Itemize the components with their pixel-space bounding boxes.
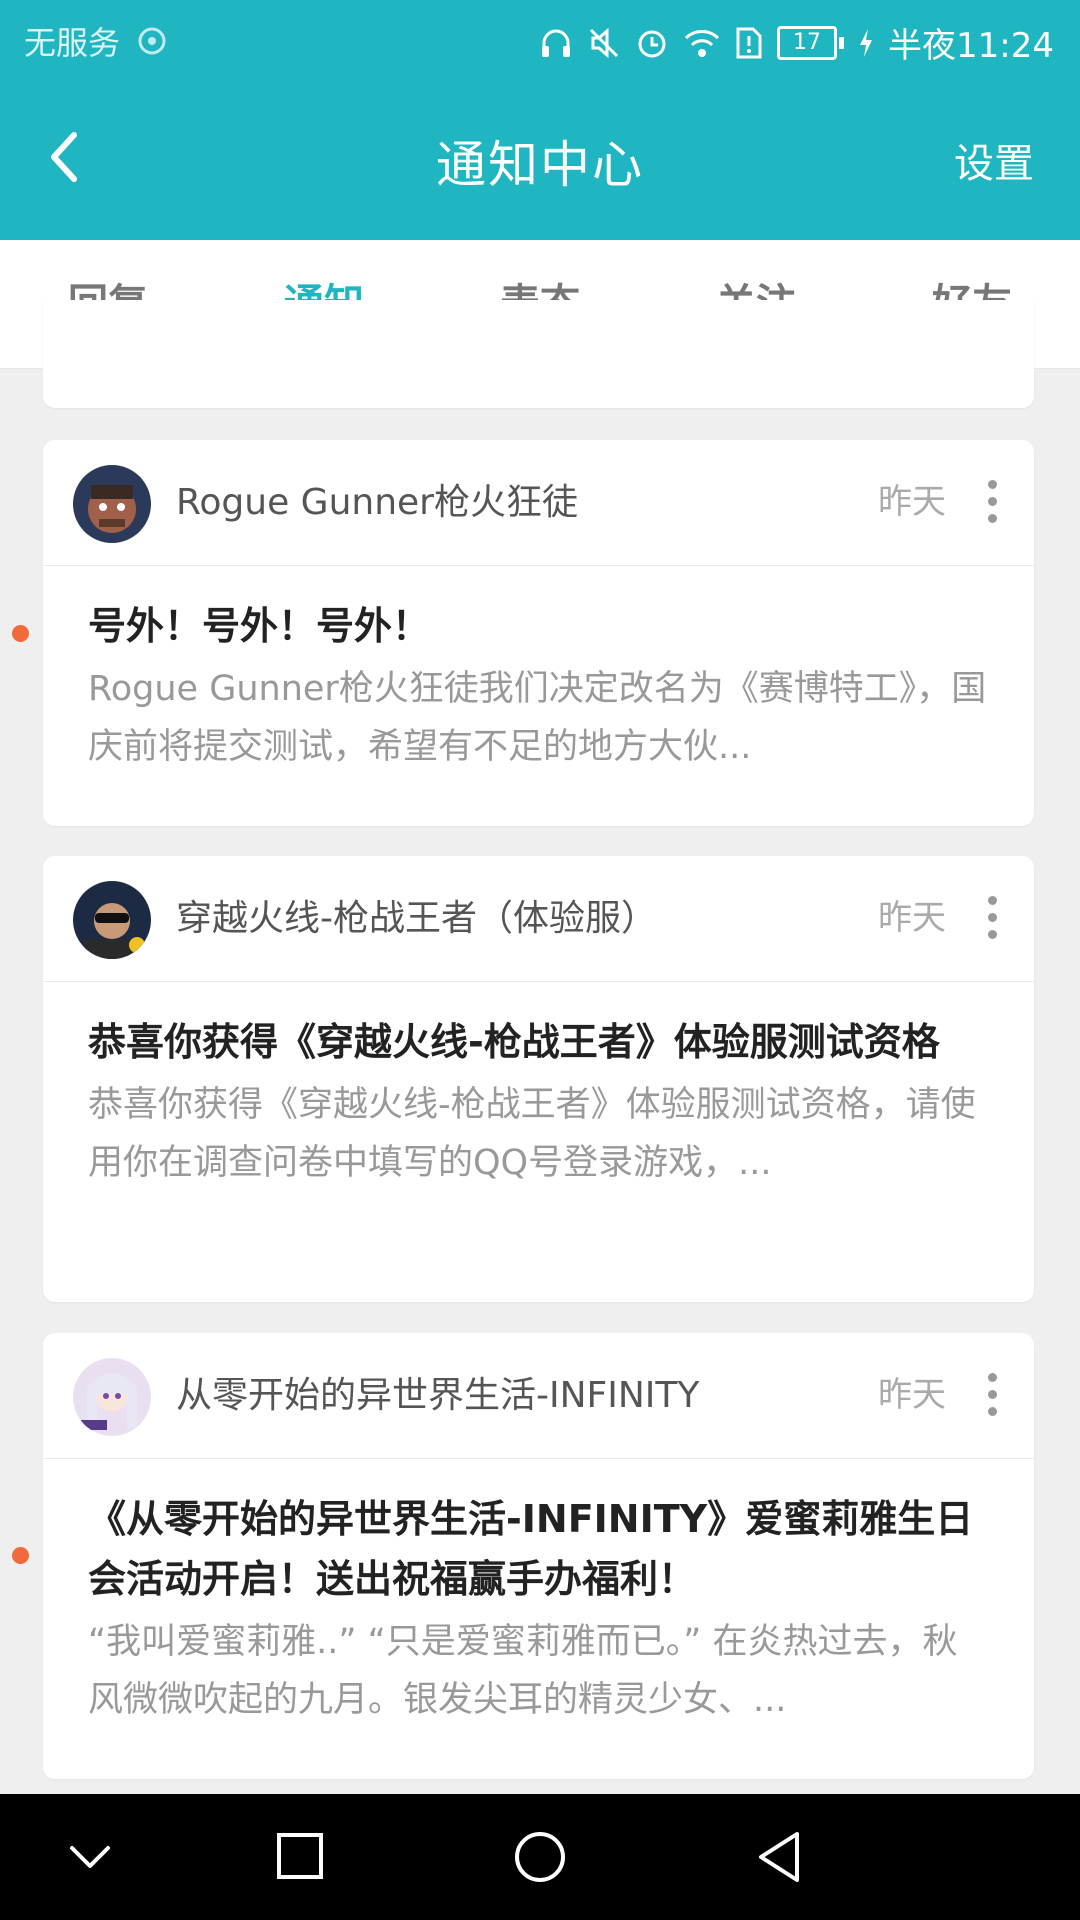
more-options-icon[interactable]: [986, 480, 998, 526]
chevron-down-icon: [70, 1846, 110, 1868]
timestamp: 昨天: [878, 482, 946, 522]
notification-summary: Rogue Gunner枪火狂徒我们决定改名为《赛博特工》，国庆前将提交测试，希…: [88, 669, 987, 767]
status-bar: 无服务 17 半夜11:24: [0, 0, 1080, 75]
nav-bar: 通知中心 设置: [0, 75, 1080, 240]
battery-level: 17: [777, 25, 838, 60]
battery-indicator: 17: [777, 25, 845, 60]
system-nav-bar: [0, 1794, 1080, 1920]
wifi-icon: [683, 26, 721, 60]
game-avatar[interactable]: [73, 881, 151, 959]
notification-title: 恭喜你获得《穿越火线-枪战王者》体验服测试资格: [88, 1020, 940, 1064]
game-avatar[interactable]: [73, 465, 151, 543]
notification-card[interactable]: 穿越火线-枪战王者（体验服） 昨天 恭喜你获得《穿越火线-枪战王者》体验服测试资…: [43, 856, 1034, 1302]
unread-dot: [12, 1547, 29, 1564]
page-title: 通知中心: [436, 136, 644, 194]
notification-title: 《从零开始的异世界生活-INFINITY》爱蜜莉雅生日会活动开启！送出祝福赢手办…: [88, 1497, 974, 1601]
clock-text: 半夜11:24: [888, 26, 1054, 66]
game-avatar[interactable]: [73, 1358, 151, 1436]
charging-icon: [858, 28, 874, 58]
source-name: Rogue Gunner枪火狂徒: [176, 482, 578, 523]
app-header: 无服务 17 半夜11:24 通知中心 设置: [0, 0, 1080, 240]
notification-card[interactable]: Rogue Gunner枪火狂徒 昨天 号外！号外！号外！ Rogue Gunn…: [43, 440, 1034, 826]
notification-card-partial[interactable]: [43, 300, 1034, 408]
hotspot-icon: [136, 25, 168, 57]
more-options-icon[interactable]: [986, 1373, 998, 1419]
timestamp: 昨天: [878, 898, 946, 938]
recent-apps-button[interactable]: [265, 1824, 335, 1890]
sim-alert-icon: [735, 26, 763, 60]
source-name: 穿越火线-枪战王者（体验服）: [176, 898, 657, 939]
square-icon: [277, 1833, 323, 1879]
back-nav-button[interactable]: [745, 1824, 815, 1890]
headphone-icon: [539, 26, 573, 60]
carrier-text: 无服务: [24, 24, 121, 62]
source-name: 从零开始的异世界生活-INFINITY: [176, 1375, 700, 1416]
alarm-icon: [635, 26, 669, 60]
notification-summary: “我叫爱蜜莉雅..” “只是爱蜜莉雅而已。” 在炎热过去，秋风微微吹起的九月。银…: [88, 1622, 958, 1720]
card-header: Rogue Gunner枪火狂徒 昨天: [43, 440, 1034, 566]
notification-title: 号外！号外！号外！: [88, 604, 431, 648]
unread-dot: [12, 625, 29, 642]
notification-summary: 恭喜你获得《穿越火线-枪战王者》体验服测试资格，请使用你在调查问卷中填写的QQ号…: [88, 1085, 976, 1183]
card-header: 穿越火线-枪战王者（体验服） 昨天: [43, 856, 1034, 982]
mute-icon: [587, 26, 621, 60]
more-options-icon[interactable]: [986, 896, 998, 942]
settings-button[interactable]: 设置: [954, 131, 1034, 189]
home-button[interactable]: [505, 1824, 575, 1890]
triangle-back-icon: [759, 1832, 799, 1882]
timestamp: 昨天: [878, 1375, 946, 1415]
card-header: 从零开始的异世界生活-INFINITY 昨天: [43, 1333, 1034, 1459]
notification-card[interactable]: 从零开始的异世界生活-INFINITY 昨天 《从零开始的异世界生活-INFIN…: [43, 1333, 1034, 1779]
circle-icon: [515, 1832, 565, 1882]
hide-keyboard-button[interactable]: [55, 1824, 125, 1890]
